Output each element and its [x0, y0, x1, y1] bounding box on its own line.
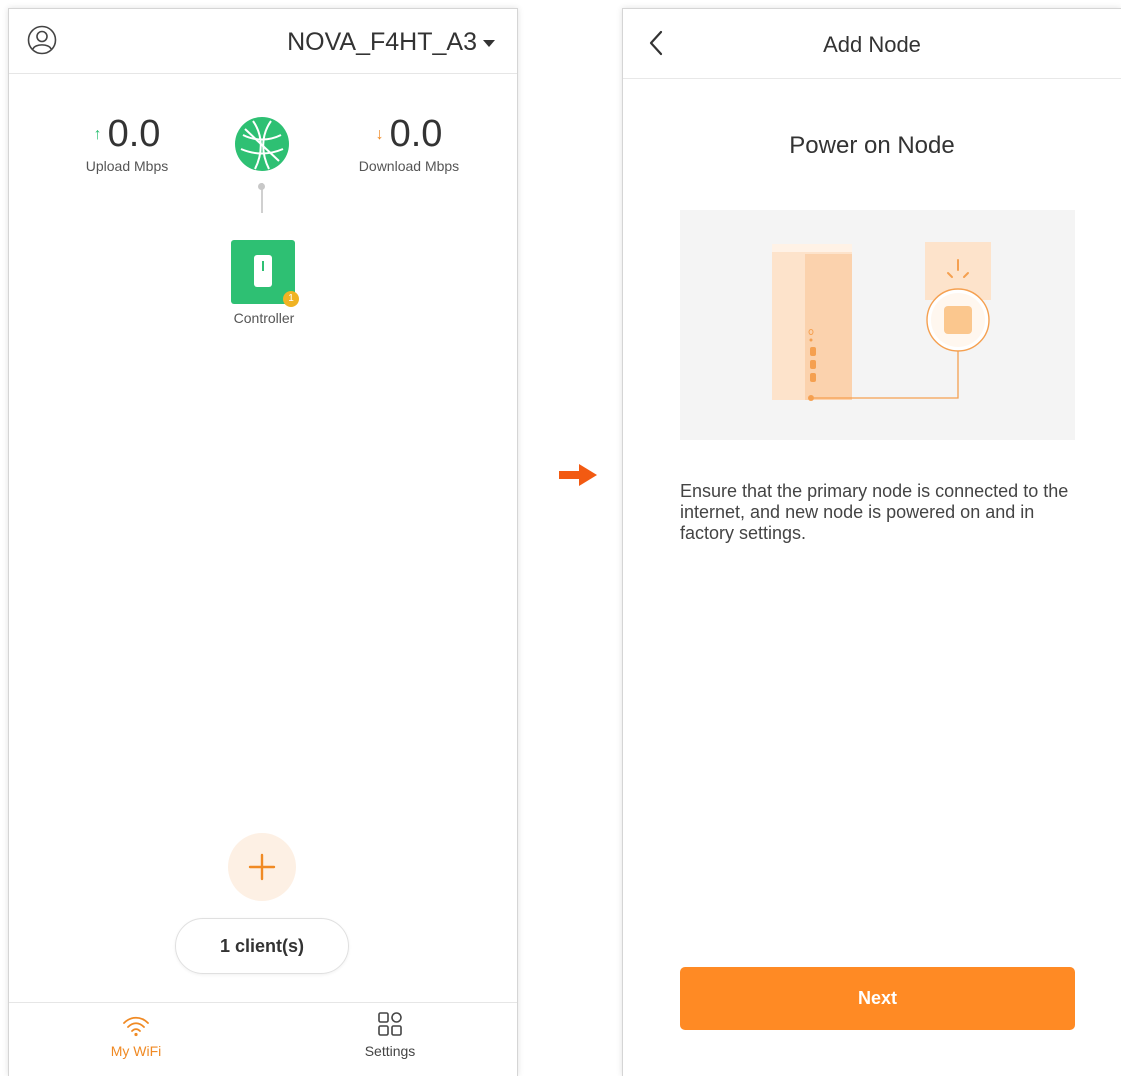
tab-my-wifi[interactable]: My WiFi	[71, 1003, 201, 1059]
download-rate: ↓ 0.0 Download Mbps	[349, 113, 469, 174]
power-on-node-illustration	[680, 210, 1075, 440]
grid-icon	[378, 1012, 402, 1036]
plus-icon	[248, 853, 276, 881]
download-value: 0.0	[389, 113, 443, 155]
internet-globe-icon[interactable]	[233, 115, 291, 173]
wifi-icon	[123, 1016, 149, 1037]
top-bar: Add Node	[623, 9, 1121, 79]
my-wifi-screen: NOVA_F4HT_A3 ↑ 0.0 Upload Mbps ↓ 0.0 Dow…	[8, 8, 518, 1076]
tab-my-wifi-label: My WiFi	[110, 1043, 162, 1059]
connection-dot	[258, 183, 265, 190]
download-label: Download Mbps	[358, 158, 460, 174]
user-avatar-icon[interactable]	[27, 25, 57, 55]
upload-label: Upload Mbps	[85, 158, 169, 174]
add-node-screen: Add Node Power on Node Ensure that the p…	[622, 8, 1121, 1076]
page-title: Add Node	[823, 32, 921, 57]
ssid-label: NOVA_F4HT_A3	[287, 28, 477, 56]
top-bar: NOVA_F4HT_A3	[9, 9, 517, 74]
controller-badge: 1	[283, 291, 299, 307]
network-selector[interactable]: NOVA_F4HT_A3	[287, 28, 495, 57]
download-arrow-icon: ↓	[375, 125, 384, 143]
add-node-button[interactable]	[228, 833, 296, 901]
tab-settings[interactable]: Settings	[325, 1003, 455, 1059]
upload-rate: ↑ 0.0 Upload Mbps	[67, 113, 187, 174]
caret-down-icon	[483, 40, 495, 47]
bottom-tab-bar: My WiFi Settings	[9, 1002, 517, 1070]
tab-settings-label: Settings	[364, 1043, 416, 1059]
upload-arrow-icon: ↑	[93, 125, 102, 143]
transition-arrow-icon	[559, 464, 597, 486]
controller-label: Controller	[233, 310, 295, 326]
step-title: Power on Node	[789, 132, 955, 159]
instruction-text: Ensure that the primary node is connecte…	[680, 481, 1069, 543]
next-button[interactable]: Next	[680, 967, 1075, 1030]
upload-value: 0.0	[107, 113, 161, 155]
clients-button[interactable]: 1 client(s)	[175, 918, 349, 974]
